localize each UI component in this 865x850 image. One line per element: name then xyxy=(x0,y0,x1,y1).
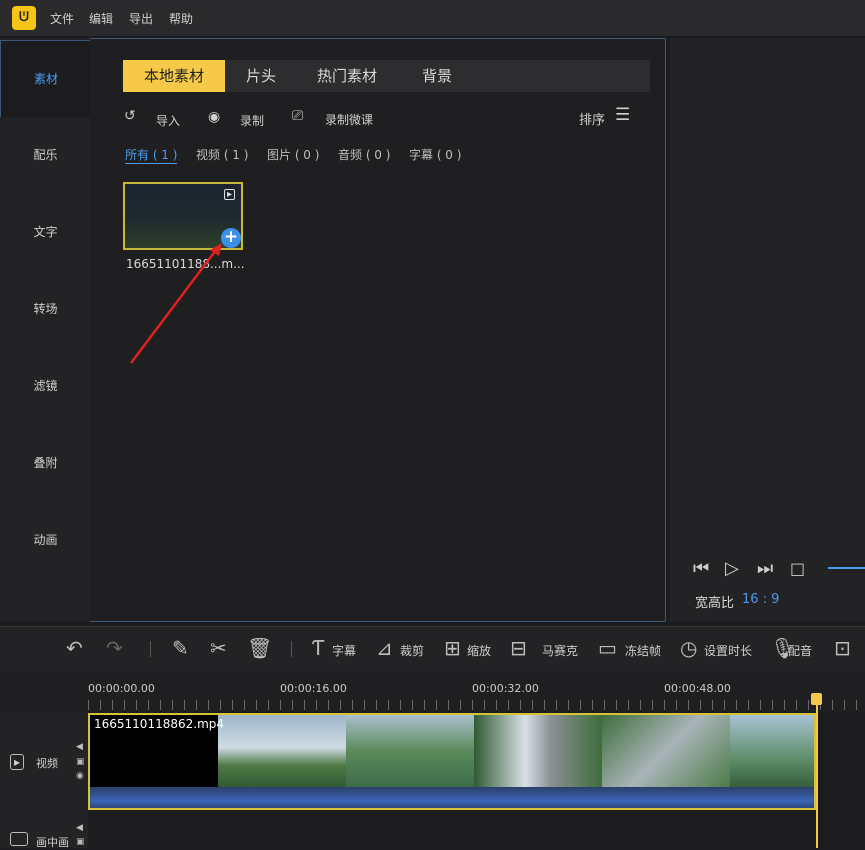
subtitle-icon[interactable]: Ƭ xyxy=(312,636,324,660)
undo-icon[interactable]: ↶ xyxy=(66,636,83,660)
playhead[interactable] xyxy=(816,695,818,848)
zoom-icon[interactable]: ⊞ xyxy=(444,636,461,660)
next-frame-icon[interactable]: ⏭ xyxy=(757,558,773,579)
clock-icon[interactable]: ◷ xyxy=(680,636,697,660)
divider xyxy=(291,641,292,657)
ruler-ticks xyxy=(88,700,865,710)
stop-icon[interactable]: □ xyxy=(790,559,805,578)
clip-frame xyxy=(730,715,814,787)
dub-button[interactable]: 配音 xyxy=(788,642,812,659)
eye-icon[interactable]: ◉ xyxy=(76,771,84,781)
redo-icon[interactable]: ↷ xyxy=(106,636,123,660)
volume-icon[interactable]: ◀ xyxy=(76,742,83,752)
volume-icon[interactable]: ◀ xyxy=(76,823,83,833)
video-track-icon: ▸ xyxy=(10,754,25,770)
crop-button[interactable]: 裁剪 xyxy=(400,642,424,659)
prev-frame-icon[interactable]: ⏮ xyxy=(693,558,709,579)
clip-frame xyxy=(346,715,474,787)
clip-frame xyxy=(602,715,730,787)
lock-icon[interactable]: ▣ xyxy=(76,757,85,767)
time-label: 00:00:16.00 xyxy=(280,682,347,695)
mosaic-icon[interactable]: ⊟ xyxy=(510,636,527,660)
freeze-button[interactable]: 冻结帧 xyxy=(625,642,661,659)
divider xyxy=(150,641,151,657)
aspect-ratio-label: 宽高比 xyxy=(695,596,735,611)
clip-frame xyxy=(218,715,346,787)
video-clip[interactable]: 1665110118862.mp4 xyxy=(88,713,816,810)
time-label: 00:00:00.00 xyxy=(88,682,155,695)
time-label: 00:00:32.00 xyxy=(472,682,539,695)
subtitle-button[interactable]: 字幕 xyxy=(332,642,356,659)
pip-track-icon xyxy=(10,832,28,846)
aspect-ratio-value[interactable]: 16 : 9 xyxy=(742,592,779,607)
clip-frame xyxy=(474,715,602,787)
crop-icon[interactable]: ⊿ xyxy=(376,636,393,660)
more-icon[interactable]: ⊡ xyxy=(834,636,851,660)
audio-waveform xyxy=(90,787,814,808)
video-track-label: 视频 xyxy=(36,757,58,770)
mosaic-button[interactable]: 马赛克 xyxy=(542,642,578,659)
duration-button[interactable]: 设置时长 xyxy=(704,642,752,659)
progress-bar[interactable] xyxy=(828,567,865,569)
trash-icon[interactable]: 🗑 xyxy=(247,636,272,660)
play-icon[interactable]: ▷ xyxy=(725,558,739,579)
pencil-icon[interactable]: ✎ xyxy=(172,636,189,660)
clip-name: 1665110118862.mp4 xyxy=(94,717,225,731)
time-label: 00:00:48.00 xyxy=(664,682,731,695)
scissors-icon[interactable]: ✂ xyxy=(210,636,227,660)
zoom-button[interactable]: 缩放 xyxy=(467,642,491,659)
lock-icon[interactable]: ▣ xyxy=(76,837,85,847)
freeze-icon[interactable]: ▭ xyxy=(598,636,617,660)
preview-panel xyxy=(670,38,865,622)
